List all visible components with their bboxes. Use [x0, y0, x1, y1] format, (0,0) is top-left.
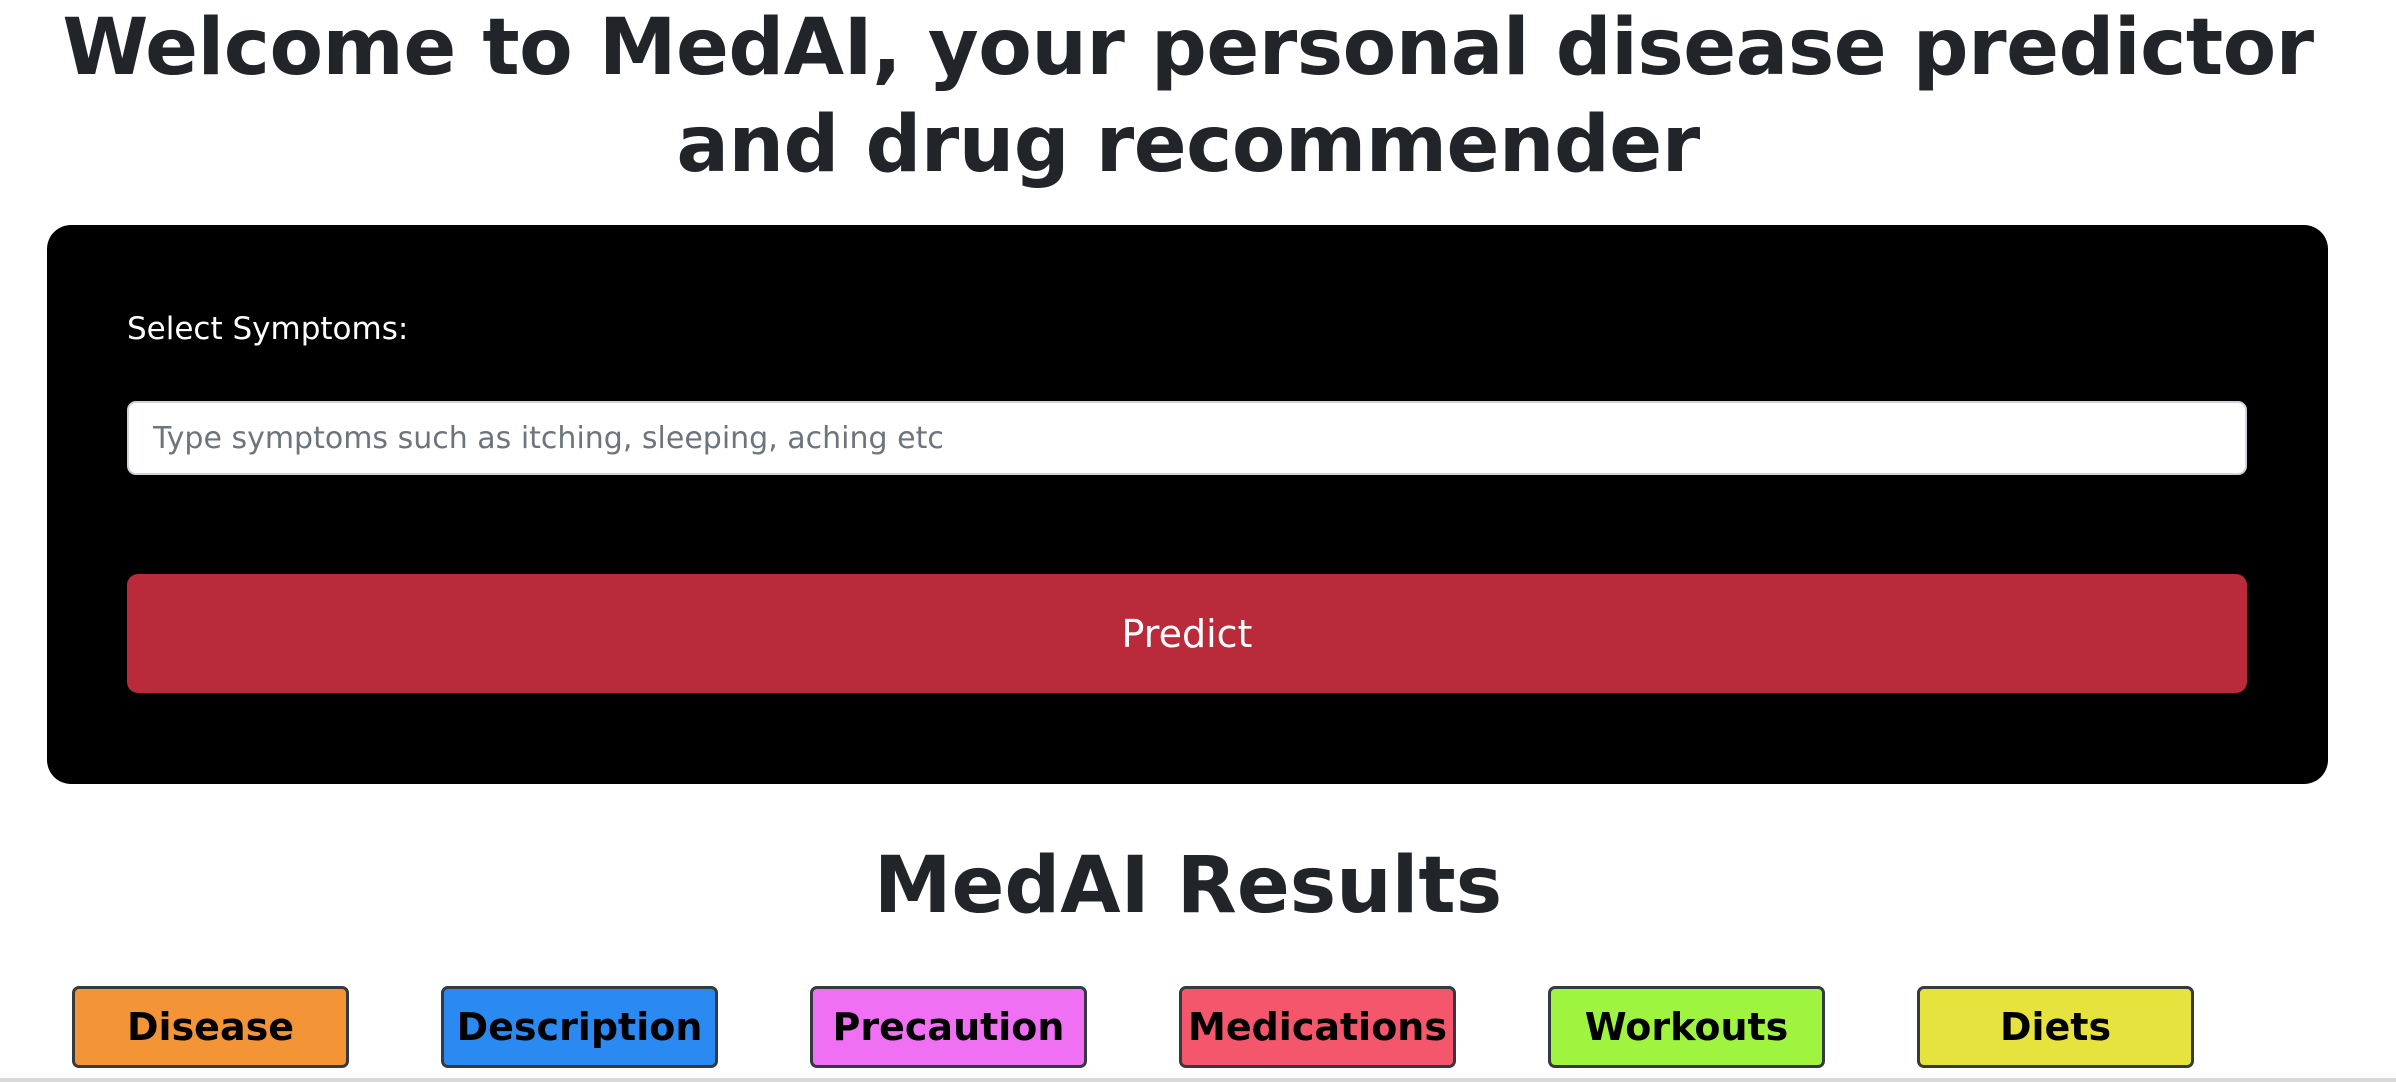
symptoms-label: Select Symptoms: — [127, 311, 409, 347]
workouts-button[interactable]: Workouts — [1548, 986, 1825, 1068]
precaution-button[interactable]: Precaution — [810, 986, 1087, 1068]
symptoms-input[interactable] — [127, 401, 2247, 475]
description-button[interactable]: Description — [441, 986, 718, 1068]
disease-button[interactable]: Disease — [72, 986, 349, 1068]
diets-button[interactable]: Diets — [1917, 986, 2194, 1068]
page-title: Welcome to MedAI, your personal disease … — [62, 3, 2314, 190]
predict-button[interactable]: Predict — [127, 574, 2247, 693]
page: Welcome to MedAI, your personal disease … — [0, 0, 2396, 1082]
results-heading: MedAI Results — [873, 841, 1503, 931]
medications-button[interactable]: Medications — [1179, 986, 1456, 1068]
symptom-form-card: Select Symptoms: Predict — [47, 225, 2328, 784]
bottom-divider — [0, 1078, 2396, 1082]
